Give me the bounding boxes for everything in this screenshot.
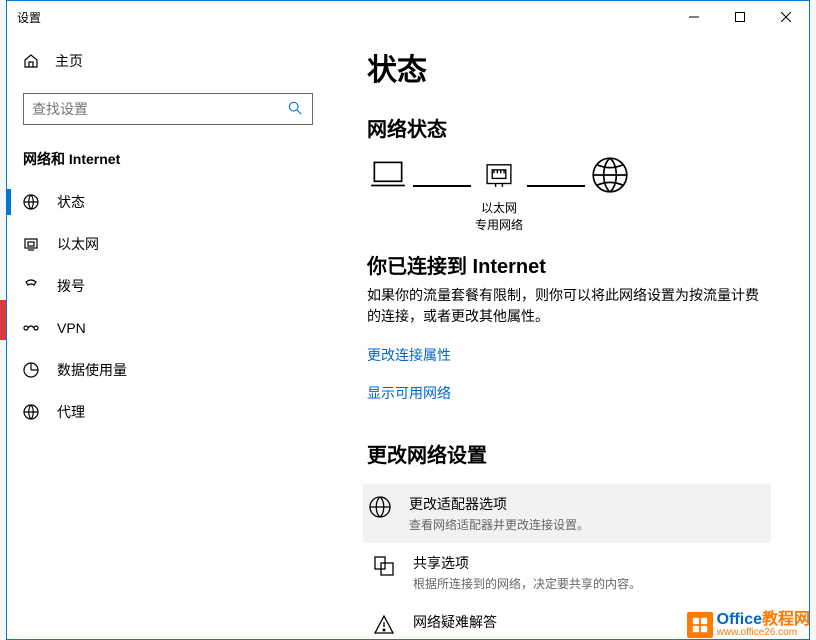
sidebar-item-label: 代理 bbox=[57, 402, 85, 422]
sharing-icon bbox=[373, 555, 395, 577]
laptop-icon bbox=[367, 154, 409, 196]
watermark-url: www.office26.com bbox=[717, 628, 810, 638]
adapter-icon bbox=[369, 496, 391, 518]
link-change-properties[interactable]: 更改连接属性 bbox=[367, 345, 771, 365]
troubleshoot-icon bbox=[373, 614, 395, 636]
network-status-heading: 网络状态 bbox=[367, 113, 771, 142]
close-button[interactable] bbox=[763, 1, 809, 33]
router-caption: 以太网 专用网络 bbox=[475, 200, 523, 238]
sidebar-section-header: 网络和 Internet bbox=[7, 145, 329, 181]
sidebar-item-label: 状态 bbox=[57, 192, 85, 212]
dialup-icon bbox=[23, 278, 39, 294]
option-desc: 根据所连接到的网络，决定要共享的内容。 bbox=[413, 575, 641, 592]
home-nav[interactable]: 主页 bbox=[7, 41, 329, 81]
search-input[interactable] bbox=[32, 101, 288, 117]
network-diagram: 以太网 专用网络 bbox=[367, 154, 771, 238]
datausage-icon bbox=[23, 362, 39, 378]
watermark-brand-prefix: Office bbox=[717, 611, 762, 628]
link-show-networks[interactable]: 显示可用网络 bbox=[367, 383, 771, 403]
maximize-button[interactable] bbox=[717, 1, 763, 33]
device-internet bbox=[589, 154, 631, 238]
option-sharing[interactable]: 共享选项 根据所连接到的网络，决定要共享的内容。 bbox=[367, 543, 771, 602]
sidebar-item-vpn[interactable]: VPN bbox=[7, 307, 329, 349]
watermark-text: Office教程网 www.office26.com bbox=[717, 612, 810, 638]
watermark-icon bbox=[687, 612, 713, 638]
option-title: 共享选项 bbox=[413, 553, 641, 573]
connected-title: 你已连接到 Internet bbox=[367, 250, 771, 279]
watermark-brand-suffix: 教程网 bbox=[762, 611, 810, 628]
search-input-wrap[interactable] bbox=[23, 93, 313, 125]
search-icon bbox=[288, 101, 304, 117]
sidebar-item-ethernet[interactable]: 以太网 bbox=[7, 223, 329, 265]
device-pc bbox=[367, 154, 409, 238]
private-network-label: 专用网络 bbox=[475, 217, 523, 234]
sidebar-item-dialup[interactable]: 拨号 bbox=[7, 265, 329, 307]
window-title: 设置 bbox=[7, 9, 671, 26]
sidebar: 主页 网络和 Internet 状态 以太网 bbox=[7, 33, 329, 639]
ethernet-port-icon bbox=[482, 158, 516, 192]
sidebar-item-proxy[interactable]: 代理 bbox=[7, 391, 329, 433]
sidebar-item-label: 数据使用量 bbox=[57, 360, 127, 380]
page-edge-right bbox=[810, 0, 816, 640]
vpn-icon bbox=[23, 320, 39, 336]
net-line bbox=[527, 185, 585, 187]
option-desc: 查看网络适配器并更改连接设置。 bbox=[409, 516, 589, 533]
sidebar-item-status[interactable]: 状态 bbox=[7, 181, 329, 223]
ethernet-icon bbox=[23, 236, 39, 252]
option-adapter[interactable]: 更改适配器选项 查看网络适配器并更改连接设置。 bbox=[363, 484, 771, 543]
device-router: 以太网 专用网络 bbox=[475, 154, 523, 238]
globe-icon bbox=[589, 154, 631, 196]
option-title: 网络疑难解答 bbox=[413, 612, 497, 632]
main-content: 状态 网络状态 以太网 专用网络 bbox=[329, 33, 809, 639]
titlebar: 设置 bbox=[7, 1, 809, 33]
settings-window: 设置 主页 bbox=[6, 0, 810, 640]
sidebar-item-datausage[interactable]: 数据使用量 bbox=[7, 349, 329, 391]
sidebar-item-label: 以太网 bbox=[57, 234, 99, 254]
ethernet-label: 以太网 bbox=[481, 200, 517, 217]
home-label: 主页 bbox=[55, 51, 83, 71]
proxy-icon bbox=[23, 404, 39, 420]
net-line bbox=[413, 185, 471, 187]
watermark: Office教程网 www.office26.com bbox=[687, 612, 810, 638]
window-controls bbox=[671, 1, 809, 33]
option-title: 更改适配器选项 bbox=[409, 494, 589, 514]
sidebar-item-label: VPN bbox=[57, 320, 86, 336]
page-title: 状态 bbox=[367, 45, 771, 89]
status-icon bbox=[23, 194, 39, 210]
minimize-button[interactable] bbox=[671, 1, 717, 33]
home-icon bbox=[23, 53, 39, 69]
sidebar-item-label: 拨号 bbox=[57, 276, 85, 296]
connected-desc: 如果你的流量套餐有限制，则你可以将此网络设置为按流量计费的连接，或者更改其他属性… bbox=[367, 285, 771, 327]
change-settings-heading: 更改网络设置 bbox=[367, 439, 771, 468]
